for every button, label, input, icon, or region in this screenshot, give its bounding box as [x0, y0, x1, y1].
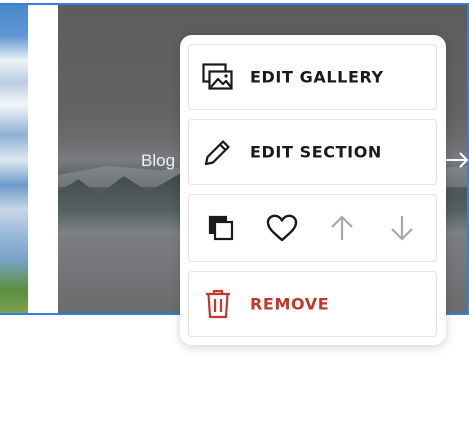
remove-button[interactable]: REMOVE [188, 271, 437, 337]
gallery-image-sky[interactable] [0, 5, 28, 313]
remove-label: REMOVE [250, 294, 330, 314]
edit-gallery-label: EDIT GALLERY [250, 67, 384, 87]
arrow-up-icon [331, 215, 353, 240]
duplicate-button[interactable] [203, 210, 239, 246]
favorite-button[interactable] [264, 210, 300, 246]
gallery-gap [28, 5, 58, 313]
move-up-button[interactable] [324, 210, 360, 246]
arrow-down-icon [391, 216, 413, 241]
edit-gallery-button[interactable]: EDIT GALLERY [188, 44, 437, 110]
pencil-icon [202, 136, 234, 168]
move-down-button[interactable] [384, 210, 420, 246]
duplicate-icon [208, 215, 234, 241]
blog-nav-label[interactable]: Blog [141, 151, 175, 171]
section-context-menu: EDIT GALLERY EDIT SECTION REMOVE [180, 35, 446, 345]
edit-section-label: EDIT SECTION [250, 142, 382, 162]
trash-icon [202, 288, 234, 320]
heart-icon [266, 214, 298, 242]
images-icon [202, 61, 234, 93]
editor-canvas: Blog EDIT GALLERY EDIT SECTION REMOVE [0, 0, 469, 422]
section-actions-row [188, 194, 437, 262]
edit-section-button[interactable]: EDIT SECTION [188, 119, 437, 185]
